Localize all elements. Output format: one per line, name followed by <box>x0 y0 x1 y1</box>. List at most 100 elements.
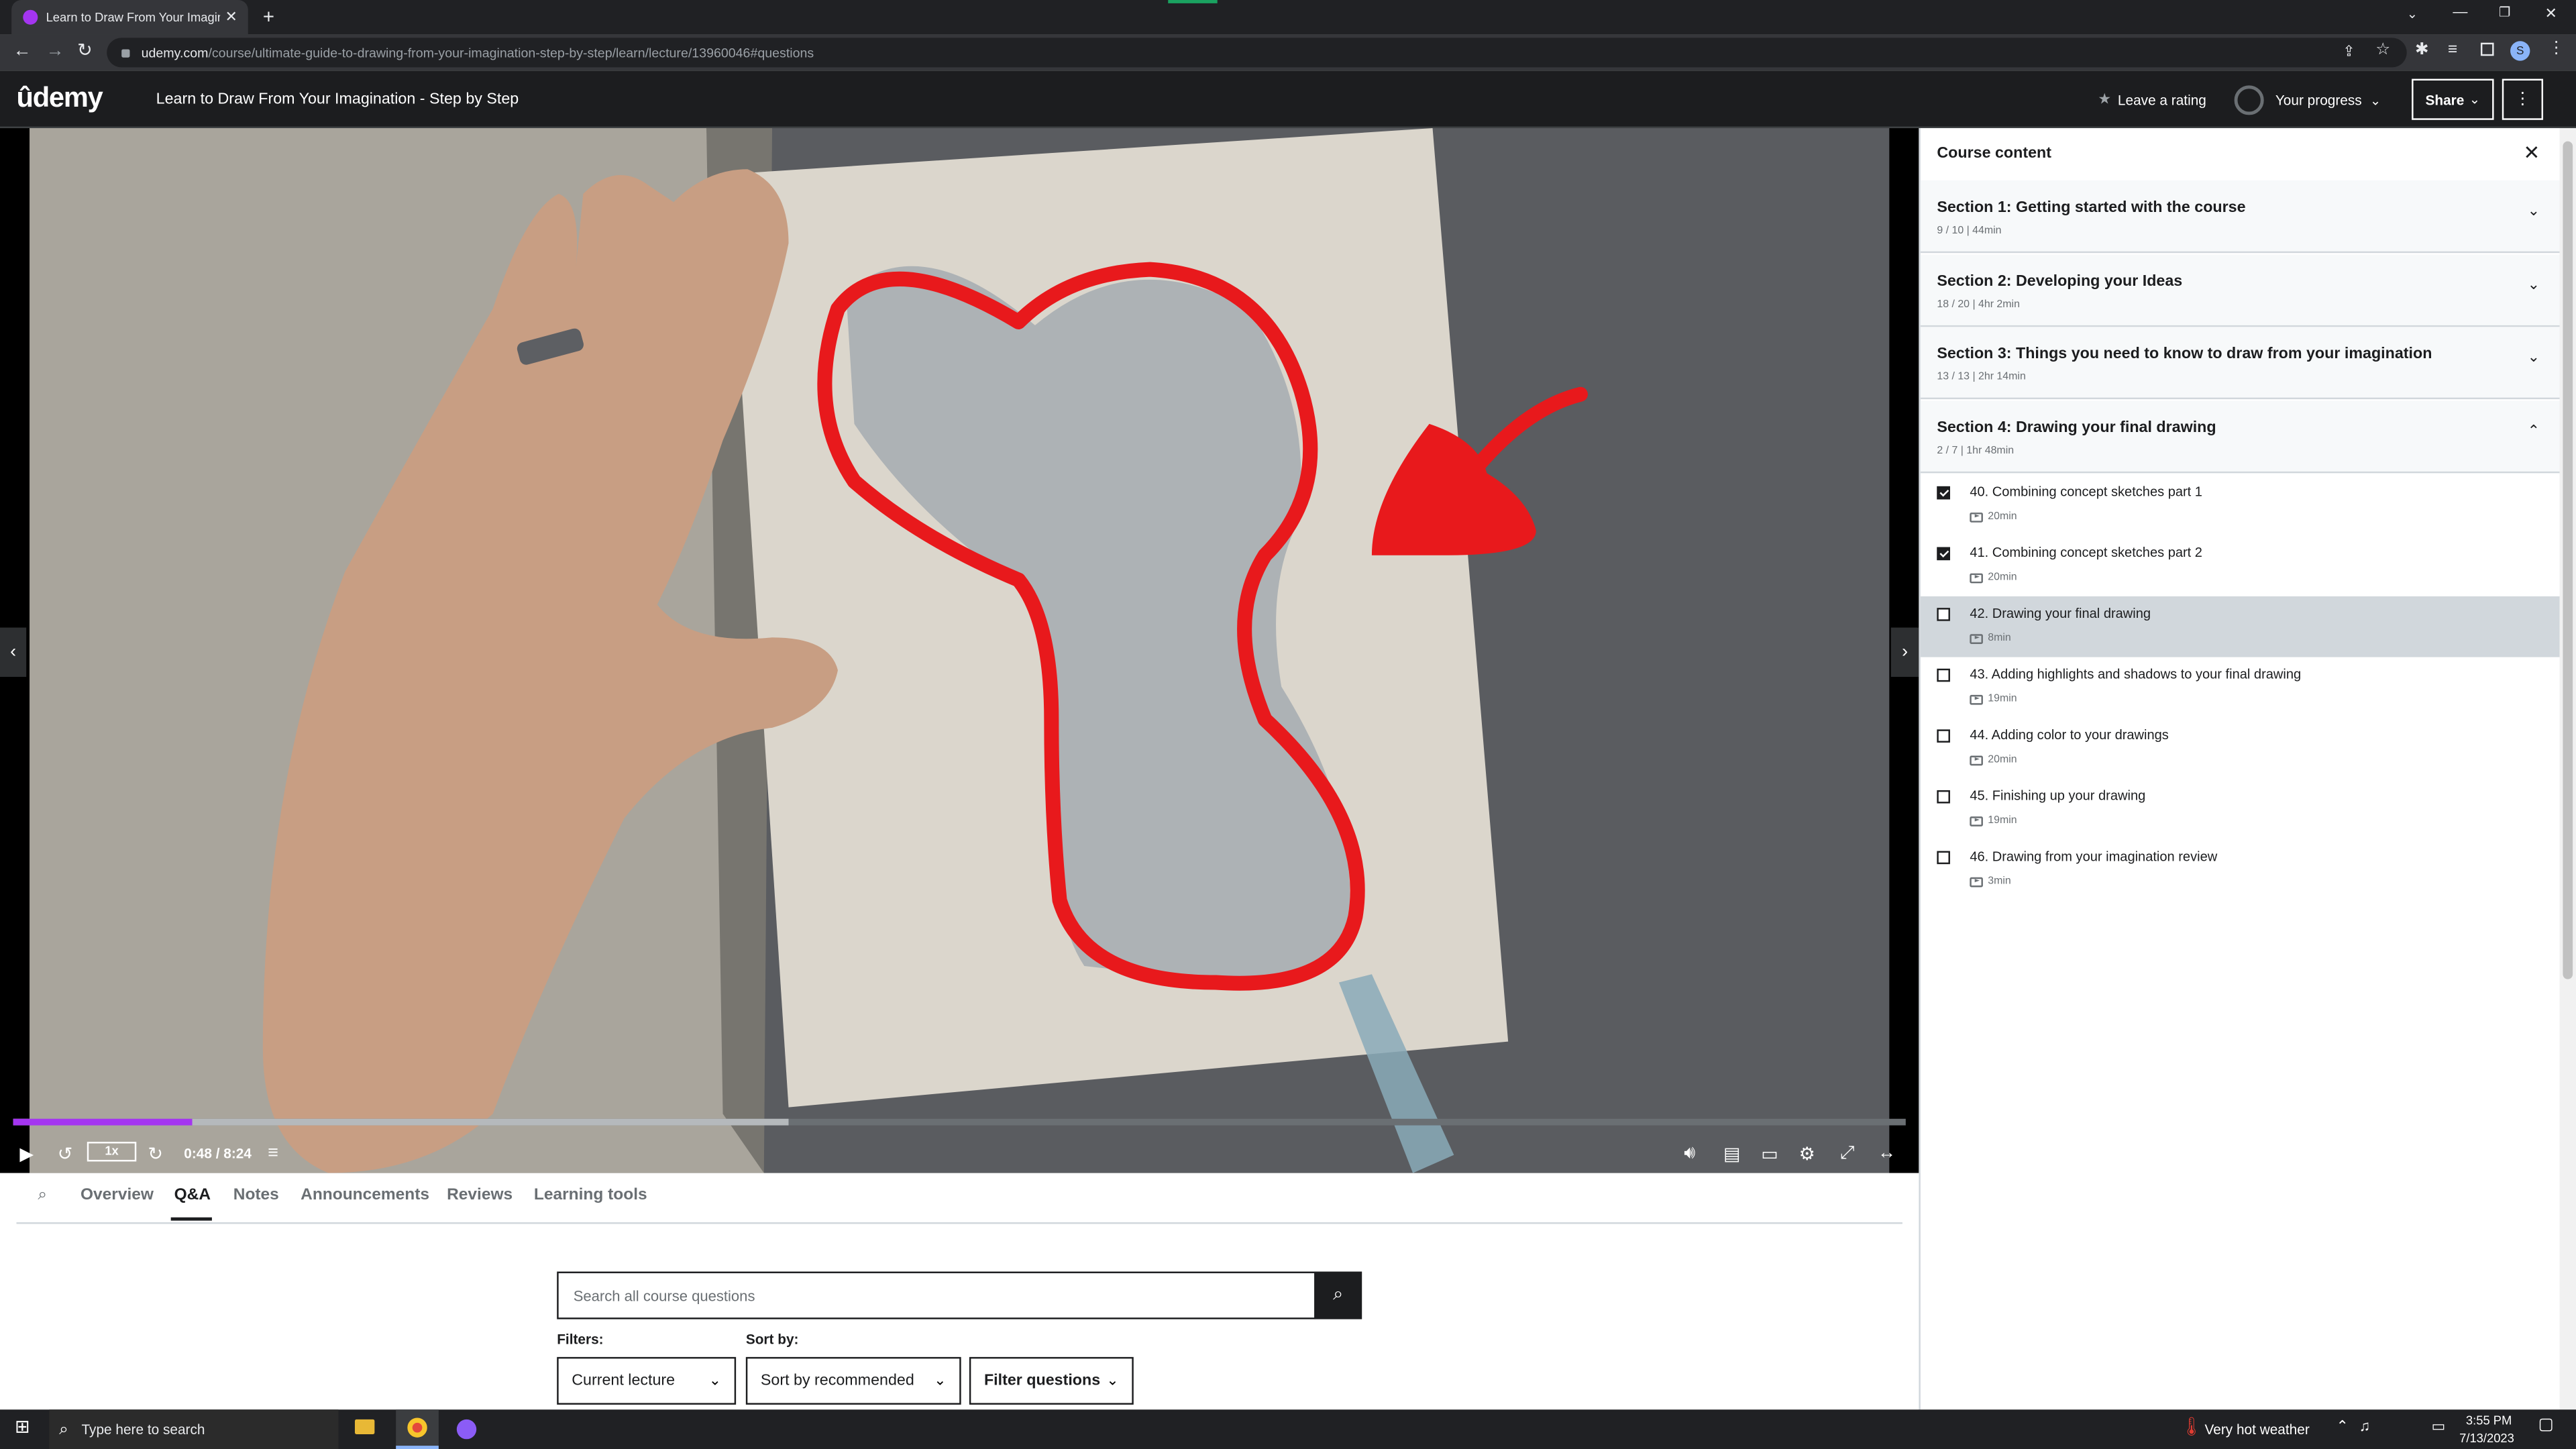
lecture-item[interactable]: 40. Combining concept sketches part 1 20… <box>1921 475 2560 536</box>
qa-search-placeholder: Search all course questions <box>573 1288 755 1305</box>
leave-rating-button[interactable]: ★ Leave a rating <box>2098 91 2206 109</box>
lecture-item[interactable]: 43. Adding highlights and shadows to you… <box>1921 657 2560 718</box>
course-title[interactable]: Learn to Draw From Your Imagination - St… <box>156 91 519 109</box>
tab-qa[interactable]: Q&A <box>174 1186 211 1204</box>
lecture-item-current[interactable]: 42. Drawing your final drawing 8min <box>1920 596 2560 657</box>
chrome-taskbar-button[interactable] <box>396 1409 439 1449</box>
section-title: Section 3: Things you need to know to dr… <box>1937 345 2432 364</box>
windows-start-icon[interactable]: ⊞ <box>15 1416 30 1437</box>
video-icon <box>1970 815 1983 826</box>
captions-icon[interactable]: ▭ <box>1761 1142 1778 1164</box>
lecture-item[interactable]: 45. Finishing up your drawing 19min <box>1921 779 2560 840</box>
filters-label: Filters: <box>557 1330 604 1348</box>
notification-icon[interactable]: ▢ <box>2538 1416 2554 1434</box>
restore-icon[interactable]: ❐ <box>2499 5 2511 19</box>
address-bar[interactable]: udemy.com /course/ultimate-guide-to-draw… <box>107 38 2407 68</box>
file-explorer-icon[interactable] <box>354 1419 375 1434</box>
close-icon[interactable]: ✕ <box>2523 142 2540 164</box>
sort-label: Sort by: <box>745 1330 799 1348</box>
share-button[interactable]: Share ⌄ <box>2412 78 2494 120</box>
tab-learning-tools[interactable]: Learning tools <box>534 1186 647 1204</box>
completed-checkbox[interactable] <box>1937 547 1950 561</box>
rewind-5-icon[interactable]: ↺ <box>58 1142 73 1164</box>
completed-checkbox[interactable] <box>1937 608 1950 621</box>
chrome-menu-icon[interactable]: ⋮ <box>2548 40 2564 58</box>
section-3-header[interactable]: Section 3: Things you need to know to dr… <box>1920 327 2560 400</box>
qa-search-input[interactable]: Search all course questions <box>557 1271 1316 1320</box>
playlist-icon[interactable]: ≡ <box>268 1143 278 1163</box>
window-close-icon[interactable]: ✕ <box>2544 5 2557 23</box>
profile-avatar[interactable]: S <box>2510 41 2530 61</box>
forward-5-icon[interactable]: ↻ <box>148 1142 163 1164</box>
play-icon[interactable]: ▶ <box>19 1142 34 1164</box>
tab-announcements[interactable]: Announcements <box>301 1186 429 1204</box>
completed-checkbox[interactable] <box>1937 729 1950 743</box>
video-icon <box>1970 572 1983 583</box>
taskbar-search-box[interactable]: ⌕ Type here to search <box>49 1409 339 1449</box>
search-icon[interactable]: ⌕ <box>38 1186 47 1204</box>
fullscreen-icon[interactable]: ⤢ <box>1840 1142 1855 1164</box>
lecture-item[interactable]: 46. Drawing from your imagination review… <box>1921 839 2560 900</box>
tray-overflow-icon[interactable]: ⌃ <box>2336 1417 2348 1436</box>
clock-date[interactable]: 7/13/2023 <box>2459 1431 2514 1446</box>
browser-tab-bar <box>0 0 2576 35</box>
section-2-header[interactable]: Section 2: Developing your Ideas 18 / 20… <box>1920 254 2560 327</box>
completed-checkbox[interactable] <box>1937 668 1950 682</box>
scrollbar-thumb[interactable] <box>2563 141 2573 979</box>
udemy-logo[interactable]: ûdemy <box>16 82 103 115</box>
section-meta: 13 / 13 | 2hr 14min <box>1937 371 2026 383</box>
lecture-filter-select[interactable]: Current lecture ⌄ <box>557 1356 737 1405</box>
tab-search-icon[interactable]: ⌄ <box>2407 7 2418 21</box>
completed-checkbox[interactable] <box>1937 486 1950 500</box>
browser-tab[interactable]: Learn to Draw From Your Imagina ✕ <box>11 0 248 35</box>
video-player[interactable]: ‹ › ▶ ↺ 1x ↻ 0:48 / 8:24 ≡ 🔊︎ ▤ ▭ ⚙ ⤢ ↔ <box>0 128 1919 1173</box>
section-1-header[interactable]: Section 1: Getting started with the cour… <box>1920 180 2560 254</box>
section-title: Section 1: Getting started with the cour… <box>1937 199 2246 217</box>
playback-speed[interactable]: 1x <box>87 1142 137 1162</box>
completed-checkbox[interactable] <box>1937 851 1950 865</box>
network-icon[interactable]: ▭ <box>2431 1417 2445 1436</box>
share-page-icon[interactable]: ⇪ <box>2343 43 2355 61</box>
chevron-down-icon: ⌄ <box>708 1371 722 1389</box>
forward-icon[interactable]: → <box>46 41 64 60</box>
tab-overview[interactable]: Overview <box>80 1186 154 1204</box>
lecture-title: 46. Drawing from your imagination review <box>1970 849 2218 865</box>
sort-select[interactable]: Sort by recommended ⌄ <box>745 1356 961 1405</box>
completed-checkbox[interactable] <box>1937 790 1950 804</box>
weather-label[interactable]: Very hot weather <box>2205 1421 2310 1437</box>
video-progress-track[interactable] <box>13 1118 1906 1126</box>
volume-icon[interactable]: ♫ <box>2359 1417 2371 1434</box>
section-4-header[interactable]: Section 4: Drawing your final drawing 2 … <box>1920 400 2560 474</box>
lecture-item[interactable]: 44. Adding color to your drawings 20min <box>1921 718 2560 779</box>
settings-gear-icon[interactable]: ⚙ <box>1799 1142 1815 1164</box>
lecture-item[interactable]: 41. Combining concept sketches part 2 20… <box>1921 535 2560 596</box>
panel-scrollbar[interactable] <box>2559 128 2576 1410</box>
sort-value: Sort by recommended <box>760 1371 914 1390</box>
previous-lecture-button[interactable]: ‹ <box>0 627 27 677</box>
qa-search-button[interactable]: ⌕ <box>1314 1271 1362 1320</box>
side-panel-icon[interactable] <box>2480 42 2494 56</box>
extensions-icon[interactable]: ✱ <box>2415 41 2429 59</box>
tab-close-icon[interactable]: ✕ <box>225 8 237 26</box>
video-frame <box>30 128 1890 1173</box>
section-title: Section 2: Developing your Ideas <box>1937 272 2183 291</box>
github-desktop-icon[interactable] <box>456 1419 477 1440</box>
your-progress-button[interactable]: Your progress ⌄ <box>2234 85 2381 115</box>
filter-questions-button[interactable]: Filter questions ⌄ <box>969 1356 1134 1405</box>
expand-width-icon[interactable]: ↔ <box>1878 1143 1896 1163</box>
tab-notes[interactable]: Notes <box>233 1186 279 1204</box>
minimize-icon[interactable]: — <box>2453 3 2467 19</box>
new-tab-icon[interactable]: + <box>263 5 274 28</box>
tab-reviews[interactable]: Reviews <box>447 1186 513 1204</box>
back-icon[interactable]: ← <box>13 41 32 60</box>
reload-icon[interactable]: ↻ <box>77 40 93 60</box>
lecture-meta: 20min <box>1970 572 2017 583</box>
transcript-icon[interactable]: ▤ <box>1723 1142 1740 1164</box>
video-icon <box>1970 755 1983 765</box>
clock-time[interactable]: 3:55 PM <box>2466 1413 2512 1428</box>
bookmark-star-icon[interactable]: ☆ <box>2375 41 2390 59</box>
volume-icon[interactable]: 🔊︎ <box>1684 1142 1695 1164</box>
reading-list-icon[interactable]: ≡ <box>2448 41 2457 59</box>
more-options-button[interactable]: ⋮ <box>2502 78 2544 120</box>
next-lecture-button[interactable]: › <box>1890 627 1919 677</box>
